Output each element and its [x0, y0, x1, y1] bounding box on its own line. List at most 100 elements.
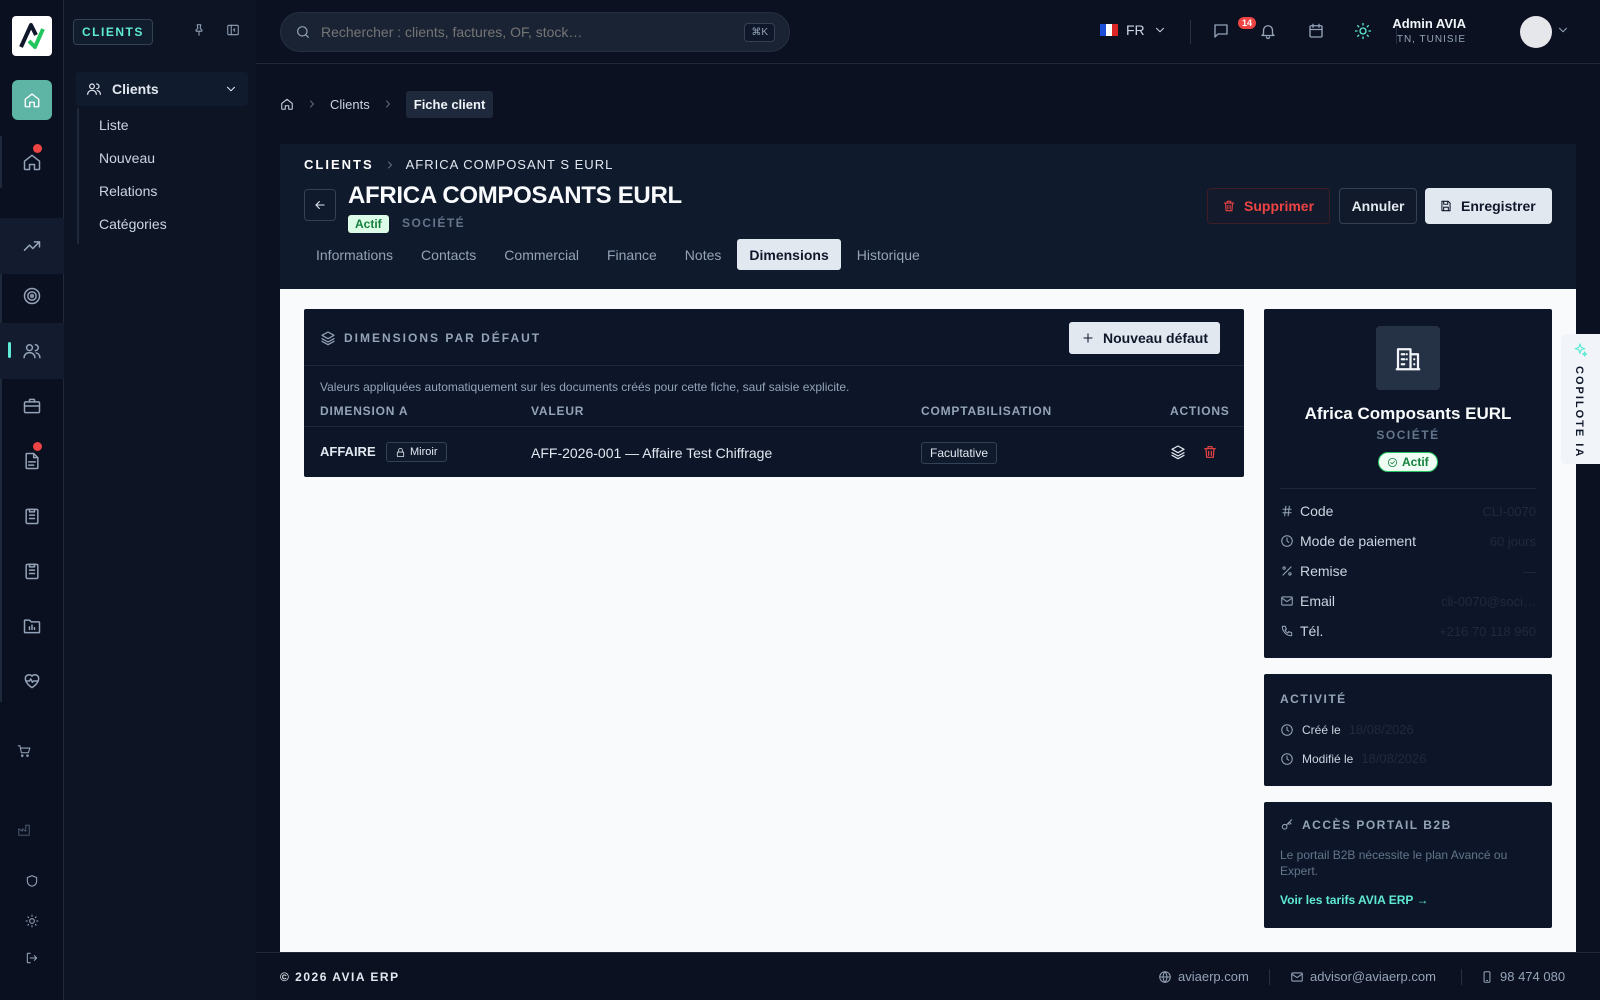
delete-button[interactable]: Supprimer [1207, 188, 1330, 224]
breadcrumb-clients[interactable]: Clients [330, 97, 370, 112]
rail-suppliers-button[interactable] [0, 378, 64, 434]
app-logo[interactable] [12, 16, 52, 56]
cancel-button[interactable]: Annuler [1339, 188, 1417, 224]
tab-notes[interactable]: Notes [673, 239, 734, 270]
trash-icon [1223, 200, 1235, 212]
footer-separator [1461, 969, 1462, 985]
sidebar-item-relations[interactable]: Relations [99, 183, 157, 199]
bell-icon [1261, 25, 1275, 40]
user-menu-button[interactable] [1556, 23, 1570, 37]
language-selector[interactable]: FR [1100, 22, 1167, 38]
messages-button[interactable] [1212, 22, 1230, 40]
b2b-pricing-link[interactable]: Voir les tarifs AVIA ERP → [1280, 893, 1429, 907]
sidebar-group-clients[interactable]: Clients [76, 72, 248, 106]
notifications-button[interactable] [1259, 22, 1277, 40]
row-dimension: AFFAIRE [320, 444, 376, 459]
chevron-down-icon [1155, 27, 1164, 33]
email-value[interactable]: cli-0070@soci… [1441, 594, 1536, 609]
tab-informations[interactable]: Informations [304, 239, 405, 270]
rail-home-button[interactable] [12, 80, 52, 120]
sidebar-item-categories[interactable]: Catégories [99, 216, 167, 232]
rail-reports-button[interactable] [0, 598, 64, 654]
tab-dimensions[interactable]: Dimensions [737, 239, 841, 270]
rail-tasks-button[interactable] [0, 543, 64, 599]
plus-icon [1083, 333, 1093, 343]
rail-factory-button[interactable] [0, 812, 56, 848]
sidebar-item-nouveau[interactable]: Nouveau [99, 150, 155, 166]
clipboard-list-icon [25, 563, 39, 580]
footer-phone[interactable]: 98 474 080 [1480, 969, 1565, 984]
tab-commercial[interactable]: Commercial [492, 239, 591, 270]
calendar-icon [1309, 23, 1323, 38]
rail-dashboard-button[interactable] [0, 134, 64, 190]
user-country: TN, TUNISIE [1396, 34, 1466, 45]
smartphone-icon [1483, 970, 1491, 983]
avatar[interactable] [1520, 16, 1552, 48]
save-button[interactable]: Enregistrer [1425, 188, 1552, 224]
tab-contacts[interactable]: Contacts [409, 239, 488, 270]
message-icon [1214, 24, 1228, 38]
rail-documents-button[interactable] [0, 433, 64, 489]
rail-cart-button[interactable] [0, 733, 56, 769]
app-rail [0, 0, 64, 1000]
home-icon [24, 93, 40, 108]
client-status-badge: Actif [1378, 452, 1438, 472]
rail-health-button[interactable] [0, 653, 64, 709]
column-header-value: VALEUR [531, 404, 585, 418]
active-indicator [8, 342, 11, 358]
new-default-button[interactable]: Nouveau défaut [1069, 322, 1221, 354]
copilot-tab[interactable]: COPILOTE IA [1561, 334, 1600, 464]
rail-targets-button[interactable] [0, 268, 64, 324]
b2b-title-text: ACCÈS PORTAIL B2B [1302, 818, 1452, 832]
back-button[interactable] [304, 189, 336, 221]
activity-card: ACTIVITÉ Créé le 18/08/2026 Modifié le 1… [1264, 674, 1552, 786]
code-label: Code [1300, 503, 1334, 519]
row-detail-button[interactable] [1170, 444, 1186, 460]
header-entity-path: AFRICA COMPOSANT S EURL [405, 157, 614, 172]
breadcrumb: Clients Fiche client [280, 90, 494, 118]
home-icon [23, 154, 41, 171]
pin-button[interactable] [192, 23, 206, 37]
rail-logout-button[interactable] [0, 940, 64, 976]
page-title: AFRICA COMPOSANTS EURL [348, 182, 682, 209]
email-text: advisor@aviaerp.com [1310, 969, 1436, 984]
collapse-sidebar-button[interactable] [226, 23, 240, 37]
sun-icon [25, 914, 39, 928]
footer-email[interactable]: advisor@aviaerp.com [1290, 969, 1436, 984]
trash-icon [1204, 446, 1216, 458]
user-info[interactable]: Admin AVIA TN, TUNISIE [1356, 16, 1466, 45]
tab-finance[interactable]: Finance [595, 239, 669, 270]
client-summary-card: Africa Composants EURL SOCIÉTÉ Actif Cod… [1264, 309, 1552, 658]
save-label: Enregistrer [1461, 198, 1536, 214]
rail-orders-button[interactable] [0, 488, 64, 544]
search-input[interactable] [321, 24, 745, 40]
info-row-code: Code CLI-0070 [1280, 503, 1536, 519]
client-name: Africa Composants EURL [1304, 404, 1512, 423]
module-badge: CLIENTS [73, 19, 153, 45]
rail-analytics-button[interactable] [0, 218, 64, 274]
activity-modified: Modifié le 18/08/2026 [1280, 751, 1426, 766]
rail-security-button[interactable] [0, 863, 64, 899]
header-section[interactable]: CLIENTS [304, 157, 374, 172]
rail-theme-button[interactable] [0, 903, 64, 939]
search-box[interactable]: ⌘K [280, 12, 790, 52]
home-icon[interactable] [280, 97, 294, 111]
language-label: FR [1126, 22, 1145, 38]
info-row-discount: Remise — [1280, 563, 1536, 579]
info-row-payment: Mode de paiement 60 jours [1280, 533, 1536, 549]
info-row-email: Email cli-0070@soci… [1280, 593, 1536, 609]
column-header-accounting: COMPTABILISATION [921, 404, 1053, 418]
divider [1280, 488, 1536, 489]
tabs: Informations Contacts Commercial Finance… [304, 239, 932, 270]
alert-dot [33, 144, 42, 153]
calendar-button[interactable] [1307, 22, 1325, 40]
chevron-right-icon [385, 100, 390, 108]
factory-icon [18, 824, 30, 836]
row-delete-button[interactable] [1202, 444, 1218, 460]
footer-website[interactable]: aviaerp.com [1158, 969, 1249, 984]
phone-value[interactable]: +216 70 118 960 [1439, 624, 1536, 639]
delete-label: Supprimer [1244, 198, 1315, 214]
tab-historique[interactable]: Historique [845, 239, 932, 270]
b2b-card: ACCÈS PORTAIL B2B Le portail B2B nécessi… [1264, 802, 1552, 928]
sidebar-item-liste[interactable]: Liste [99, 117, 129, 133]
